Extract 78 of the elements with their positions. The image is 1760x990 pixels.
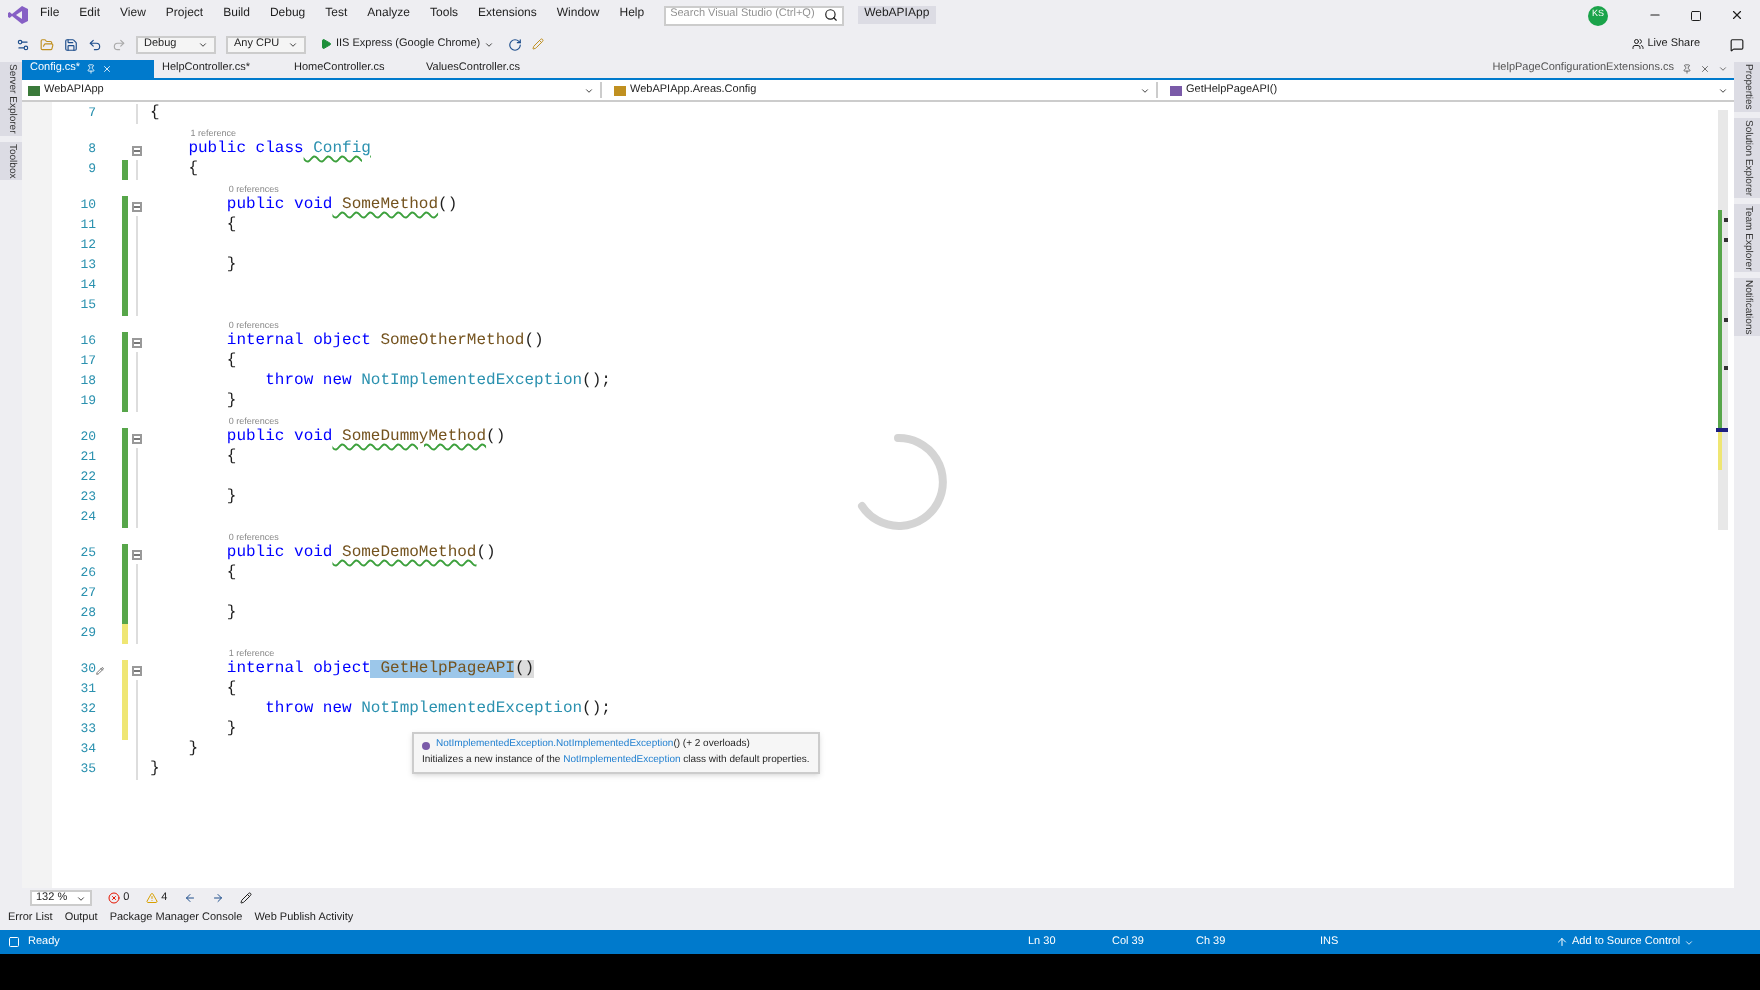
code-token: (); <box>582 372 611 390</box>
pencil-icon[interactable] <box>532 38 545 50</box>
people-icon <box>1631 38 1644 50</box>
code-token: SomeOtherMethod <box>378 332 525 350</box>
fold-toggle[interactable] <box>132 665 142 675</box>
feedback-icon[interactable] <box>1730 37 1744 51</box>
code-token: } <box>224 604 237 622</box>
close-icon[interactable] <box>1730 8 1744 22</box>
code-token: { <box>224 216 237 234</box>
search-icon[interactable] <box>824 8 839 22</box>
code-token: internal object <box>224 660 371 678</box>
code-token: internal object <box>224 332 371 350</box>
minimize-icon[interactable] <box>1648 8 1662 22</box>
error-icon <box>107 892 120 904</box>
caret-icon <box>198 39 208 49</box>
warning-icon <box>145 892 158 904</box>
arrow-up-icon <box>1556 936 1568 948</box>
code-token: public void <box>224 196 333 214</box>
code-token: SomeMethod <box>340 196 439 214</box>
code-token: } <box>224 256 237 274</box>
method-icon <box>422 741 430 750</box>
code-token: public class <box>186 140 304 158</box>
code-token: SomeDemoMethod <box>340 544 477 562</box>
play-icon <box>320 38 332 50</box>
code-token: throw new <box>263 700 352 718</box>
code-token: } <box>224 488 237 506</box>
code-token: () <box>486 428 506 446</box>
maximize-icon[interactable] <box>1690 9 1702 21</box>
folder-icon[interactable] <box>40 37 54 51</box>
code-token: { <box>224 352 237 370</box>
pin-icon[interactable] <box>86 64 97 74</box>
code-token: } <box>224 392 237 410</box>
code-token: { <box>186 160 199 178</box>
pencil-icon[interactable] <box>96 663 104 677</box>
fold-toggle[interactable] <box>132 549 142 559</box>
code-token: (); <box>582 700 611 718</box>
app-logo-icon <box>8 6 28 24</box>
pin-icon <box>1682 64 1692 74</box>
class-icon <box>614 85 626 95</box>
code-token: () <box>514 660 535 678</box>
fold-toggle[interactable] <box>132 433 142 443</box>
code-token: } <box>186 740 199 758</box>
code-token: GetHelpPageAPI <box>370 660 515 678</box>
caret-icon <box>1140 85 1150 95</box>
caret-icon <box>484 39 495 49</box>
code-token: } <box>150 760 160 778</box>
back-icon[interactable] <box>183 892 196 904</box>
code-token: () <box>524 332 544 350</box>
code-token: () <box>438 196 458 214</box>
code-token: { <box>150 104 160 122</box>
code-token: } <box>224 720 237 738</box>
project-icon <box>28 85 40 95</box>
fold-toggle[interactable] <box>132 337 142 347</box>
code-token: { <box>224 448 237 466</box>
caret-icon <box>288 39 298 49</box>
caret-icon <box>1684 937 1695 947</box>
caret-icon <box>1718 64 1728 74</box>
code-token: { <box>224 564 237 582</box>
code-token: { <box>224 680 237 698</box>
fold-toggle[interactable] <box>132 201 142 211</box>
code-token: SomeDummyMethod <box>340 428 487 446</box>
code-token: () <box>476 544 496 562</box>
caret-icon <box>75 893 86 903</box>
caret-icon <box>584 85 594 95</box>
code-token: throw new <box>263 372 352 390</box>
refresh-icon[interactable] <box>508 37 523 51</box>
save-icon[interactable] <box>64 37 78 51</box>
undo-icon[interactable] <box>88 37 102 51</box>
forward-icon[interactable] <box>211 892 224 904</box>
fold-toggle[interactable] <box>132 145 142 155</box>
method-icon <box>1170 85 1182 95</box>
code-token: NotImplementedException <box>359 372 583 390</box>
code-token: Config <box>311 140 371 158</box>
status-icon <box>8 936 20 948</box>
code-token: public void <box>224 428 333 446</box>
code-token: public void <box>224 544 333 562</box>
caret-icon <box>1718 85 1728 95</box>
code-token: NotImplementedException <box>359 700 583 718</box>
